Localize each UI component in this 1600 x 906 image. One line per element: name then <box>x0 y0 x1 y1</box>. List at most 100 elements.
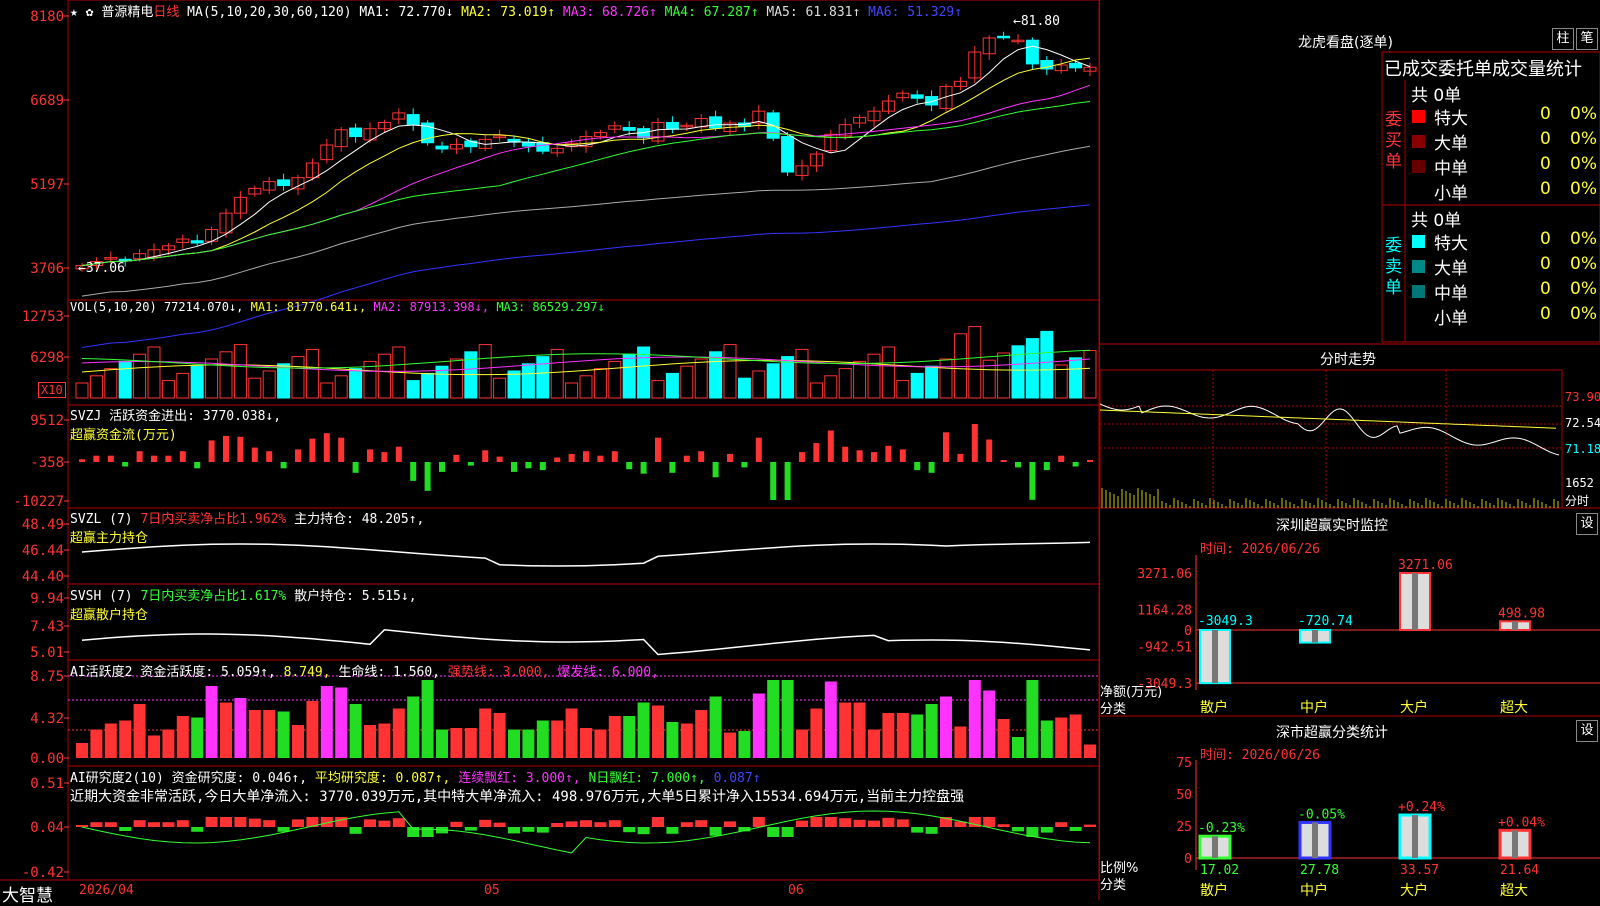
ai2-bar <box>882 817 895 827</box>
ai1-bar <box>421 680 434 758</box>
svzj-bar <box>410 462 417 481</box>
volume-bar <box>320 382 334 399</box>
ai2-analysis-text: 近期大资金非常活跃,今日大单净流入: 3770.039万元,其中特大单净流入: … <box>70 789 965 805</box>
ai1-bar <box>882 713 895 758</box>
volume-bar <box>421 372 435 399</box>
ai2-bar <box>263 820 276 827</box>
volume-bar <box>608 360 622 399</box>
volume-bar <box>809 382 823 399</box>
ai2-bar <box>580 820 592 827</box>
volume-bar <box>565 382 579 399</box>
volume-bar <box>723 344 737 399</box>
lhb-title: 龙虎看盘(逐单) <box>1298 35 1393 51</box>
sz-time: 时间: 2026/06/26 <box>1200 542 1320 557</box>
vol-ma2-line <box>81 356 1091 372</box>
main-chart-svg[interactable]: 8180 6689 5197 3706 12753 6298 9512 -358 -10227 4… <box>0 0 1101 900</box>
volume-bar <box>291 356 305 399</box>
vol-ma1-line <box>81 359 1091 376</box>
fl-bar-shade <box>1212 836 1218 858</box>
ai1-bar <box>911 714 924 758</box>
candle-body <box>190 240 204 244</box>
ma3-value: MA3: 68.726↑ <box>562 5 657 20</box>
candle-body <box>435 145 449 150</box>
ai1-bar <box>968 680 981 758</box>
svzj-bar <box>424 462 431 491</box>
ai1-bar <box>119 720 132 758</box>
vol-ma3-line <box>81 349 1091 369</box>
volume-bar <box>262 370 276 399</box>
price-tick-label: 6689 <box>30 93 64 109</box>
ai1-bar <box>709 696 722 758</box>
candle-body <box>910 94 924 99</box>
svzj-bar <box>179 451 186 462</box>
ai1-bar <box>810 708 823 758</box>
brand-label: 大智慧 <box>2 886 53 906</box>
ai1-bar <box>220 702 232 758</box>
buy-row[interactable]: 特大 0 0% <box>1408 104 1600 129</box>
fs-label-high: 73.90 <box>1565 390 1600 404</box>
ma6-value: MA6: 51.329↑ <box>868 5 963 20</box>
ai1-bar <box>680 723 693 758</box>
buy-row[interactable]: 小单 0 0% <box>1408 179 1600 204</box>
ai1-bar <box>580 728 592 758</box>
vol-unit-badge: X10 <box>38 382 66 398</box>
ai2-bar <box>608 820 621 827</box>
ai1-bar <box>133 704 146 758</box>
sz-category: 散户 <box>1200 699 1228 716</box>
ai2-bar <box>191 827 204 832</box>
ai1-bar <box>695 710 708 758</box>
tab-bi[interactable]: 笔 <box>1576 28 1598 50</box>
ai2-bar <box>652 817 664 827</box>
intraday-frame <box>1099 369 1563 509</box>
fl-category: 大户 <box>1400 882 1428 899</box>
fl-settings-button[interactable]: 设 <box>1576 720 1598 742</box>
volume-bar <box>406 380 420 399</box>
ai1-bar <box>536 720 549 758</box>
ai2-bar <box>508 827 520 834</box>
color-swatch <box>1412 110 1425 123</box>
volume-bar <box>550 348 564 399</box>
svzj-bar <box>280 462 287 469</box>
ai2-curve <box>81 810 1091 854</box>
tab-zhu[interactable]: 柱 <box>1552 28 1574 50</box>
svzj-bar <box>885 445 892 462</box>
ai1-bar <box>1084 744 1096 758</box>
volume-bar <box>1069 357 1083 399</box>
svzj-bar <box>827 430 834 462</box>
ai1-bar <box>407 696 420 758</box>
ai1-bar <box>436 729 448 758</box>
ai1-bar <box>637 702 650 758</box>
sell-row[interactable]: 中单 0 0% <box>1408 279 1600 304</box>
ai1-bar <box>1040 720 1053 758</box>
svzj-bar <box>79 459 85 462</box>
ai2-bar <box>666 827 679 834</box>
sell-row[interactable]: 特大 0 0% <box>1408 229 1600 254</box>
fl-unit-2: 分类 <box>1100 878 1127 893</box>
main-chart-area[interactable]: 8180 6689 5197 3706 12753 6298 9512 -358 -10227 4… <box>0 0 1101 906</box>
period-label[interactable]: 日线 <box>153 5 179 20</box>
stock-name[interactable]: 普源精电 <box>101 5 153 20</box>
sell-row[interactable]: 大单 0 0% <box>1408 254 1600 279</box>
sz-settings-button[interactable]: 设 <box>1576 513 1598 535</box>
ai2-bar <box>680 822 693 827</box>
ai2-bar <box>1012 827 1024 832</box>
buy-row[interactable]: 大单 0 0% <box>1408 129 1600 154</box>
sz-bar-value: 498.98 <box>1498 606 1545 621</box>
sell-rows: 特大 0 0% 大单 0 0% 中单 0 0% 小单 0 0% <box>1408 229 1600 329</box>
svzj-bar <box>1000 460 1007 462</box>
ma1-value: MA1: 72.770↓ <box>359 5 454 20</box>
ai2-bar <box>551 823 564 827</box>
svzj-bar <box>136 451 143 462</box>
ai2-bar <box>896 819 909 827</box>
buy-row[interactable]: 中单 0 0% <box>1408 154 1600 179</box>
ma3-line <box>81 84 1091 266</box>
sell-label: 委卖单 <box>1385 236 1402 298</box>
ai1-tick-label: 4.32 <box>30 711 64 727</box>
svzj-bar <box>266 451 273 462</box>
svzj-bar <box>467 462 474 466</box>
ai1-bar <box>191 717 204 758</box>
svzj-bar <box>309 438 316 462</box>
volume-bar <box>622 353 636 399</box>
sell-row[interactable]: 小单 0 0% <box>1408 304 1600 329</box>
sz-bar-shade <box>1212 630 1218 684</box>
